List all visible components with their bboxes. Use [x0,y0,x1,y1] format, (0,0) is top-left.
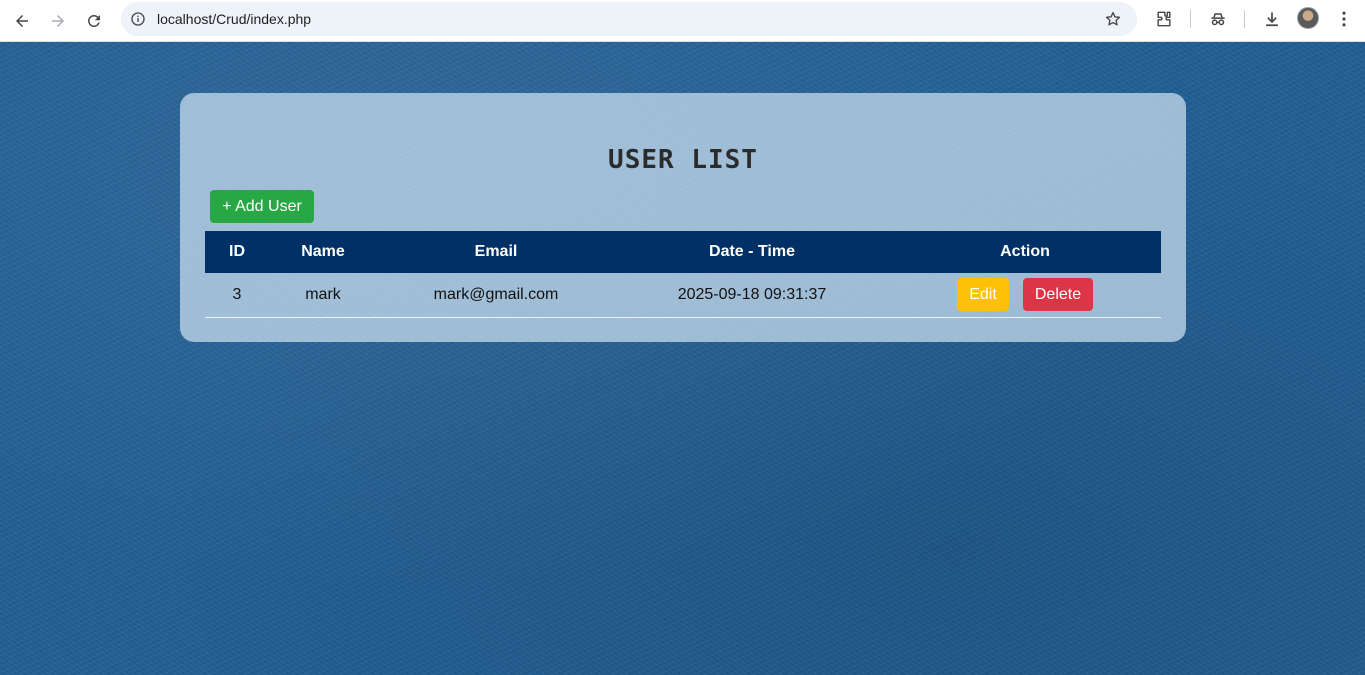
header-action: Action [1000,243,1050,260]
cell-name: mark [269,273,377,318]
table-row: 3 mark mark@gmail.com 2025-09-18 09:31:3… [205,273,1161,318]
avatar[interactable] [1297,7,1319,29]
forward-button[interactable] [43,6,73,36]
reload-icon [87,14,100,27]
browser-toolbar: localhost/Crud/index.php [0,0,1365,42]
toolbar-divider [1244,10,1245,28]
address-bar[interactable]: localhost/Crud/index.php [121,2,1137,36]
page-title: USER LIST [608,145,758,175]
menu-icon[interactable] [1332,7,1356,31]
table-header-row: ID Name Email Date - Time Action [205,231,1161,273]
bookmark-star-icon[interactable] [1103,9,1123,29]
back-button[interactable] [7,6,37,36]
edit-button[interactable]: Edit [957,278,1009,312]
site-info-icon[interactable] [129,10,147,28]
header-date-time: Date - Time [709,243,795,260]
header-email: Email [474,243,518,260]
add-user-button[interactable]: + Add User [210,190,314,223]
delete-button[interactable]: Delete [1023,278,1093,312]
reload-button[interactable] [79,6,109,36]
header-id: ID [229,243,245,260]
header-name: Name [301,243,345,260]
toolbar-divider [1190,10,1191,28]
url-text[interactable]: localhost/Crud/index.php [157,10,311,28]
user-table: ID Name Email Date - Time Action 3 mark … [205,231,1161,318]
incognito-icon[interactable] [1206,7,1230,31]
back-icon [16,15,28,27]
download-icon[interactable] [1260,7,1284,31]
extensions-icon[interactable] [1152,7,1176,31]
forward-icon [52,15,64,27]
cell-email: mark@gmail.com [377,273,615,318]
cell-date-time: 2025-09-18 09:31:37 [615,273,889,318]
page-background: USER LIST + Add User ID Name Email Date … [0,42,1365,675]
cell-action: Edit Delete [889,273,1161,318]
user-list-card: USER LIST + Add User ID Name Email Date … [180,93,1186,342]
cell-id: 3 [205,273,269,318]
